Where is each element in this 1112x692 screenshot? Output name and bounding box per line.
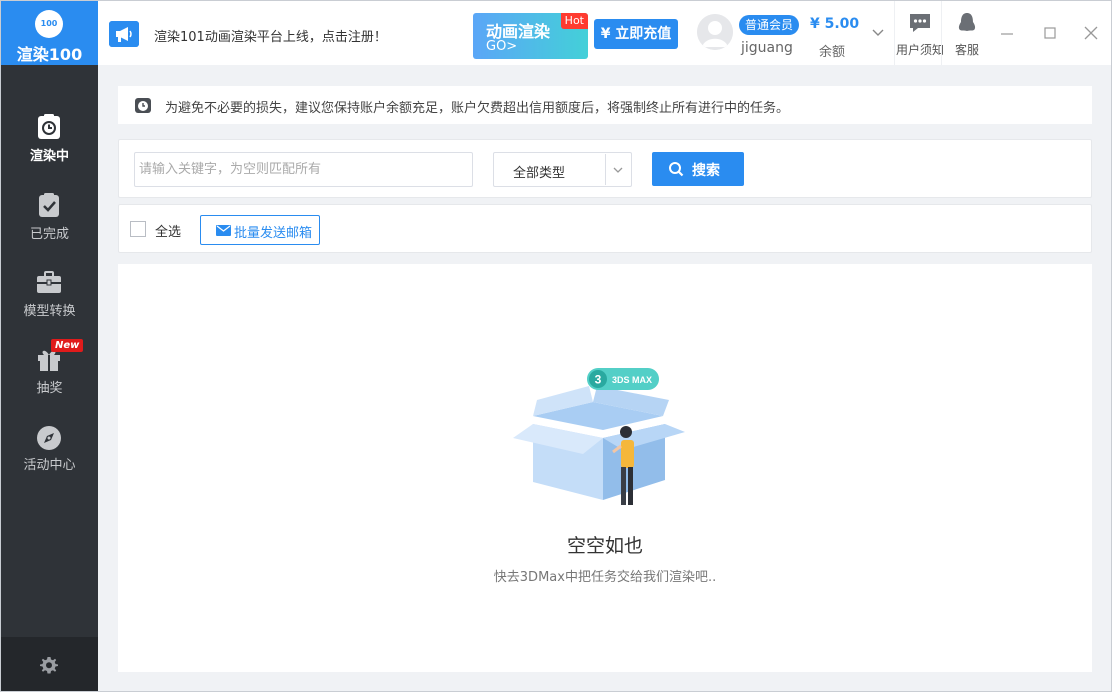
search-icon bbox=[669, 162, 684, 177]
customer-service-icon bbox=[958, 13, 976, 31]
app-logo: 100 渲染100 bbox=[1, 1, 98, 65]
member-badge: 普通会员 bbox=[739, 15, 800, 35]
mail-icon bbox=[216, 225, 231, 236]
logo-badge: 100 bbox=[35, 10, 63, 38]
search-panel: 全部类型 搜索 bbox=[118, 139, 1092, 198]
batch-email-button[interactable]: 批量发送邮箱 bbox=[200, 215, 320, 245]
chevron-down-icon bbox=[613, 167, 623, 173]
top-header: 渲染101动画渲染平台上线，点击注册！ 动画渲染 GO> Hot ¥ 立即充值 … bbox=[98, 1, 1111, 65]
sidebar-item-label: 渲染中 bbox=[29, 149, 69, 164]
new-badge: New bbox=[51, 339, 84, 352]
select-all-label: 全选 bbox=[155, 225, 182, 240]
empty-state-subtitle: 快去3DMax中把任务交给我们渲染吧.. bbox=[493, 570, 717, 585]
action-panel: 全选 批量发送邮箱 bbox=[118, 204, 1092, 253]
customer-service-button[interactable]: 客服 bbox=[941, 1, 991, 65]
sidebar-item-rendering[interactable]: 渲染中 bbox=[1, 107, 98, 173]
user-notice-button[interactable]: 用户须知 bbox=[894, 1, 944, 65]
balance-label: 余额 bbox=[818, 45, 845, 60]
minimize-icon[interactable] bbox=[995, 21, 1019, 45]
animation-render-promo[interactable]: 动画渲染 GO> Hot bbox=[473, 13, 588, 59]
sidebar: 100 渲染100 渲染中 已完成 模型转换 New 抽奖 活动中心 bbox=[1, 1, 98, 691]
notice-text: 为避免不必要的损失，建议您保持账户余额充足，账户欠费超出信用额度后，将强制终止所… bbox=[165, 101, 790, 116]
search-input[interactable] bbox=[134, 152, 473, 187]
completed-check-icon bbox=[39, 193, 59, 217]
batch-email-label: 批量发送邮箱 bbox=[234, 226, 313, 241]
tool-label: 用户须知 bbox=[895, 43, 944, 57]
badge-number: 3 bbox=[595, 373, 602, 387]
recharge-button[interactable]: ¥ 立即充值 bbox=[594, 19, 678, 49]
sidebar-item-label: 活动中心 bbox=[23, 458, 76, 473]
announcement-link[interactable]: 渲染101动画渲染平台上线，点击注册！ bbox=[154, 26, 387, 45]
task-list-area: 3 3DS MAX 空空如也 快去3DMax中把任务交给我们渲染吧.. bbox=[118, 264, 1092, 672]
gear-icon[interactable] bbox=[39, 655, 59, 675]
sidebar-item-label: 模型转换 bbox=[23, 304, 76, 319]
megaphone-icon[interactable] bbox=[109, 21, 139, 47]
search-button[interactable]: 搜索 bbox=[652, 152, 744, 186]
username: jiguang bbox=[741, 40, 793, 56]
chat-icon bbox=[910, 14, 930, 32]
settings-bar bbox=[1, 637, 98, 691]
sidebar-item-label: 已完成 bbox=[29, 227, 69, 242]
type-select-value: 全部类型 bbox=[513, 166, 566, 181]
logo-text: 渲染100 bbox=[16, 45, 83, 64]
empty-box-illustration: 3 3DS MAX bbox=[513, 368, 685, 505]
balance-amount: ¥ 5.00 bbox=[810, 16, 860, 32]
maximize-icon[interactable] bbox=[1038, 21, 1062, 45]
alarm-clock-icon bbox=[135, 98, 151, 113]
balance-notice: 为避免不必要的损失，建议您保持账户余额充足，账户欠费超出信用额度后，将强制终止所… bbox=[118, 86, 1092, 124]
sidebar-item-label: 抽奖 bbox=[36, 381, 63, 396]
hot-badge: Hot bbox=[560, 13, 588, 29]
3ds-max-badge: 3DS MAX bbox=[612, 375, 652, 385]
chevron-down-icon[interactable] bbox=[871, 25, 885, 39]
select-divider bbox=[605, 154, 606, 185]
tool-label: 客服 bbox=[954, 43, 979, 57]
sidebar-item-lottery[interactable]: New 抽奖 bbox=[1, 339, 98, 405]
sidebar-item-model-convert[interactable]: 模型转换 bbox=[1, 262, 98, 328]
sidebar-item-completed[interactable]: 已完成 bbox=[1, 185, 98, 251]
close-icon[interactable] bbox=[1079, 21, 1103, 45]
promo-go: GO> bbox=[486, 39, 518, 54]
app-window: 100 渲染100 渲染中 已完成 模型转换 New 抽奖 活动中心 渲染101… bbox=[0, 0, 1112, 692]
compass-icon bbox=[37, 426, 61, 450]
rendering-clock-icon bbox=[38, 114, 60, 139]
avatar[interactable] bbox=[697, 14, 733, 50]
sidebar-item-activity-center[interactable]: 活动中心 bbox=[1, 416, 98, 482]
checkbox-box[interactable] bbox=[130, 221, 146, 237]
briefcase-icon bbox=[37, 271, 61, 293]
empty-state-title: 空空如也 bbox=[566, 535, 643, 557]
type-select[interactable]: 全部类型 bbox=[493, 152, 632, 187]
search-button-label: 搜索 bbox=[692, 163, 720, 179]
user-avatar-icon bbox=[697, 14, 733, 50]
